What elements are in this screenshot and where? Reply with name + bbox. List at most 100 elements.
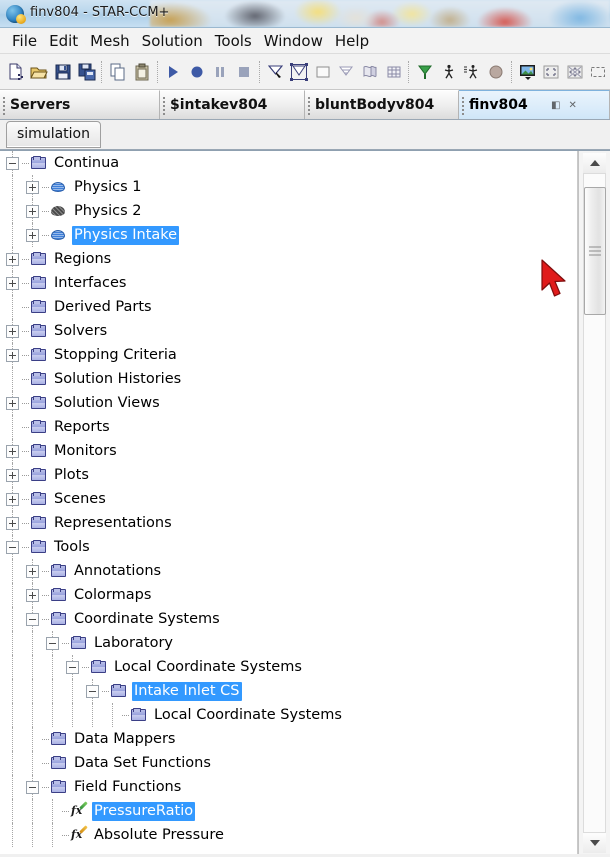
- tree-node[interactable]: Physics 2: [0, 199, 577, 223]
- new-scene-icon[interactable]: [311, 58, 335, 86]
- save-image-icon[interactable]: [516, 58, 540, 86]
- tab-minimize-icon[interactable]: ◧: [550, 99, 562, 111]
- save-as-icon[interactable]: [75, 58, 99, 86]
- tab-servers[interactable]: Servers: [0, 90, 160, 119]
- tree-node[interactable]: Laboratory: [0, 631, 577, 655]
- step-icon[interactable]: [185, 58, 209, 86]
- tree-node[interactable]: Derived Parts: [0, 295, 577, 319]
- tree-expand-icon[interactable]: [6, 348, 19, 362]
- tree-connector-line: [22, 330, 29, 332]
- animation-icon[interactable]: [437, 58, 461, 86]
- paste-icon[interactable]: [130, 58, 154, 86]
- folder-glyph: [31, 348, 46, 361]
- copy-icon[interactable]: [106, 58, 130, 86]
- tree-collapse-icon[interactable]: [6, 540, 19, 554]
- scroll-up-arrow[interactable]: [583, 153, 606, 173]
- menu-file[interactable]: File: [6, 30, 43, 52]
- vector-scene-icon[interactable]: [358, 58, 382, 86]
- tree-expand-icon[interactable]: [26, 180, 39, 194]
- tree-node[interactable]: Solvers: [0, 319, 577, 343]
- scroll-down-arrow[interactable]: [583, 833, 606, 853]
- stop-icon[interactable]: [232, 58, 256, 86]
- tree-node[interactable]: Reports: [0, 415, 577, 439]
- menu-window[interactable]: Window: [258, 30, 329, 52]
- tree-expand-icon[interactable]: [6, 252, 19, 266]
- sphere-icon[interactable]: [484, 58, 508, 86]
- reset-view-icon[interactable]: [563, 58, 587, 86]
- save-icon[interactable]: [51, 58, 75, 86]
- tree-node[interactable]: fx PressureRatio: [0, 799, 577, 823]
- tree-collapse-icon[interactable]: [66, 660, 79, 674]
- tree-expand-icon[interactable]: [26, 564, 39, 578]
- tree-node[interactable]: Scenes: [0, 487, 577, 511]
- tree-node[interactable]: Intake Inlet CS: [0, 679, 577, 703]
- select-region-icon[interactable]: [587, 58, 610, 86]
- tree-node[interactable]: Local Coordinate Systems: [0, 703, 577, 727]
- tree-node[interactable]: Plots: [0, 463, 577, 487]
- vector-display-icon[interactable]: [413, 58, 437, 86]
- open-simulation-icon[interactable]: [28, 58, 52, 86]
- tree-node[interactable]: Local Coordinate Systems: [0, 655, 577, 679]
- tree-node[interactable]: Data Mappers: [0, 727, 577, 751]
- tree-node[interactable]: Physics Intake: [0, 223, 577, 247]
- tree-node[interactable]: fx Absolute Pressure: [0, 823, 577, 847]
- new-simulation-icon[interactable]: [4, 58, 28, 86]
- tree-node[interactable]: Annotations: [0, 559, 577, 583]
- folder-icon: [31, 371, 47, 387]
- tree-node[interactable]: Monitors: [0, 439, 577, 463]
- mesh-scene-icon[interactable]: [382, 58, 406, 86]
- tree-node[interactable]: Physics 1: [0, 175, 577, 199]
- clear-solution-icon[interactable]: [264, 58, 288, 86]
- tree-expand-icon[interactable]: [6, 516, 19, 530]
- record-animation-icon[interactable]: [461, 58, 485, 86]
- tree-collapse-icon[interactable]: [26, 780, 39, 794]
- tree-node-label: Solvers: [54, 322, 108, 339]
- tree-node[interactable]: Colormaps: [0, 583, 577, 607]
- tree-vertical-scrollbar[interactable]: [578, 151, 610, 854]
- folder-icon: [31, 491, 47, 507]
- tree-node[interactable]: Field Functions: [0, 775, 577, 799]
- tree-expand-icon[interactable]: [6, 492, 19, 506]
- scroll-thumb[interactable]: [584, 187, 606, 315]
- tree-node[interactable]: Interfaces: [0, 271, 577, 295]
- tree-expand-icon[interactable]: [6, 444, 19, 458]
- tree-node[interactable]: Stopping Criteria: [0, 343, 577, 367]
- tree-expand-icon[interactable]: [26, 228, 39, 242]
- menu-solution[interactable]: Solution: [136, 30, 209, 52]
- tree-expand-icon[interactable]: [26, 588, 39, 602]
- menu-mesh[interactable]: Mesh: [84, 30, 136, 52]
- tree-expand-icon[interactable]: [6, 468, 19, 482]
- tree-expand-icon[interactable]: [26, 204, 39, 218]
- run-icon[interactable]: [161, 58, 185, 86]
- menu-edit[interactable]: Edit: [43, 30, 84, 52]
- initialize-solution-icon[interactable]: [287, 58, 311, 86]
- tree-node[interactable]: Continua: [0, 151, 577, 175]
- tab-finv804[interactable]: finv804 ◧ ✕: [459, 90, 610, 119]
- simulation-object-tree[interactable]: Continua Physics 1 Physics 2 Physics Intake…: [0, 151, 578, 854]
- tree-node[interactable]: Representations: [0, 511, 577, 535]
- pause-icon[interactable]: [209, 58, 233, 86]
- tree-node[interactable]: Tools: [0, 535, 577, 559]
- tab-bluntbodyv804[interactable]: bluntBodyv804: [305, 90, 459, 119]
- tree-node[interactable]: Solution Histories: [0, 367, 577, 391]
- tree-collapse-icon[interactable]: [46, 636, 59, 650]
- tree-node[interactable]: Regions: [0, 247, 577, 271]
- tree-node[interactable]: Coordinate Systems: [0, 607, 577, 631]
- tree-node-label: Intake Inlet CS: [132, 681, 242, 701]
- tree-expand-icon[interactable]: [6, 276, 19, 290]
- tree-node[interactable]: Solution Views: [0, 391, 577, 415]
- tree-collapse-icon[interactable]: [26, 612, 39, 626]
- tab-intakev804[interactable]: $intakev804: [160, 90, 305, 119]
- tree-collapse-icon[interactable]: [6, 156, 19, 170]
- scalar-scene-icon[interactable]: [335, 58, 359, 86]
- tree-node[interactable]: Data Set Functions: [0, 751, 577, 775]
- menu-help[interactable]: Help: [329, 30, 375, 52]
- fit-view-icon[interactable]: [539, 58, 563, 86]
- tree-collapse-icon[interactable]: [86, 684, 99, 698]
- tree-expand-icon[interactable]: [6, 324, 19, 338]
- tab-close-icon[interactable]: ✕: [567, 99, 579, 111]
- subtab-simulation[interactable]: simulation: [6, 121, 101, 148]
- menu-tools[interactable]: Tools: [209, 30, 258, 52]
- tree-expand-icon[interactable]: [6, 396, 19, 410]
